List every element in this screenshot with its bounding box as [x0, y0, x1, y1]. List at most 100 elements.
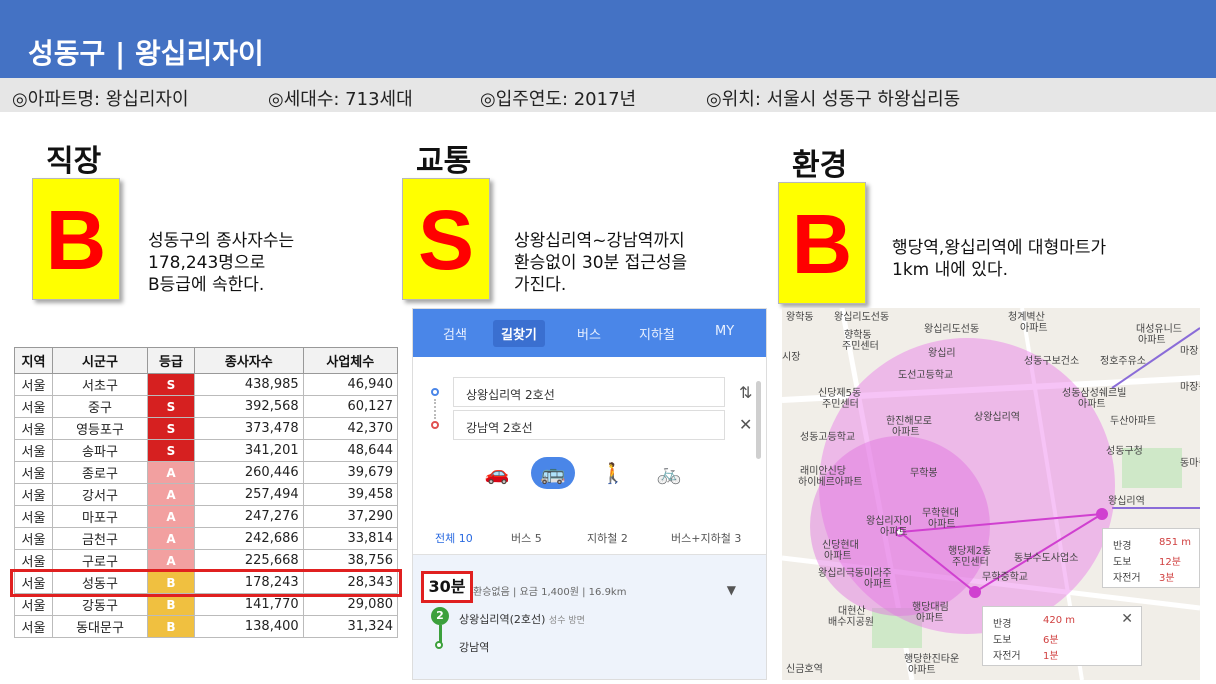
map-place-label[interactable]: 배수지공원 — [828, 617, 874, 628]
cell-region: 서울 — [14, 615, 53, 638]
map-place-label[interactable]: 아파트 — [824, 551, 852, 562]
map-place-label[interactable]: 아파트 — [1020, 323, 1048, 334]
cell-grade: A — [147, 461, 195, 484]
table-row: 서울 마포구 A 247,276 37,290 — [14, 505, 399, 528]
route-result[interactable]: 30분 환승없음 | 요금 1,400원 | 16.9km ▼ 2 상왕십리역(… — [413, 555, 766, 679]
cell-district: 동대문구 — [52, 615, 148, 638]
swap-icon[interactable]: ⇅ — [739, 383, 752, 402]
col-workers: 종사자수 — [194, 347, 304, 374]
car-mode-icon[interactable]: 🚗 — [475, 457, 519, 489]
cell-workers: 242,686 — [194, 527, 304, 550]
filter-bus[interactable]: 버스 5 — [511, 530, 542, 546]
map-place-label[interactable]: 성동구청 — [1106, 446, 1143, 457]
map-place-label[interactable]: 왕십리극동미라주 — [818, 568, 892, 579]
destination-input[interactable]: 강남역 2호선 — [453, 410, 725, 440]
map-place-label[interactable]: 아파트 — [1138, 335, 1166, 346]
cell-firms: 31,324 — [302, 615, 399, 638]
map-place-label[interactable]: 아파트 — [928, 519, 956, 530]
transit-mode-icon[interactable]: 🚌 — [531, 457, 575, 489]
map-place-label[interactable]: 마장동 — [1180, 382, 1200, 393]
tab-search[interactable]: 검색 — [443, 324, 467, 343]
tab-my[interactable]: MY — [715, 324, 734, 339]
map-place-label[interactable]: 행당한진타운 — [904, 654, 959, 665]
map-place-label[interactable]: 행당대림 — [912, 602, 949, 613]
cell-region: 서울 — [14, 527, 53, 550]
map-place-label[interactable]: 주민센터 — [822, 399, 859, 410]
map-place-label[interactable]: 성동구보건소 — [1024, 356, 1079, 367]
map-place-label[interactable]: 아파트 — [916, 613, 944, 624]
map-place-label[interactable]: 신당현대 — [822, 540, 859, 551]
destination-dot-icon — [431, 421, 439, 429]
map-place-label[interactable]: 무학봉 — [910, 468, 938, 479]
map-place-label[interactable]: 행당제2동 — [948, 546, 991, 557]
cell-firms: 46,940 — [302, 373, 399, 396]
map-place-label[interactable]: 신금호역 — [786, 664, 823, 675]
cell-workers: 247,276 — [194, 505, 304, 528]
scrollbar[interactable] — [756, 381, 761, 459]
map-place-label[interactable]: 신당제5동 — [818, 388, 861, 399]
map-place-label[interactable]: 두산아파트 — [1110, 416, 1156, 427]
tab-subway[interactable]: 지하철 — [639, 324, 675, 343]
map-place-label[interactable]: 아파트 — [880, 527, 908, 538]
map-place-label[interactable]: 대현산 — [838, 606, 866, 617]
map-place-label[interactable]: 아파트 — [908, 665, 936, 676]
filter-all[interactable]: 전체 10 — [435, 530, 473, 546]
map-place-label[interactable]: 왕십리역 — [1108, 496, 1145, 507]
cell-firms: 39,679 — [302, 461, 399, 484]
desc-environment-line: 1km 내에 있다. — [892, 260, 1008, 280]
bike-mode-icon[interactable]: 🚲 — [647, 457, 691, 489]
map-place-label[interactable]: 동부수도사업소 — [1014, 553, 1078, 564]
map-place-label[interactable]: 아파트 — [892, 427, 920, 438]
info-bar: ◎아파트명: 왕십리자이 ◎세대수: 713세대 ◎입주연도: 2017년 ◎위… — [0, 78, 1216, 112]
col-district: 시군구 — [52, 347, 148, 374]
map-place-label[interactable]: 정호주유소 — [1100, 356, 1146, 367]
cell-workers: 392,568 — [194, 395, 304, 418]
desc-job-line: 178,243명으로 — [148, 253, 266, 273]
area-map[interactable]: 왕학동 왕십리도선동 청계벽산 아파트 향학동 주민센터 왕십리도선동 왕십리 시장 성동구보건소… — [782, 308, 1200, 680]
walk-mode-icon[interactable]: 🚶 — [591, 457, 635, 489]
end-station: 강남역 — [459, 641, 490, 654]
map-place-label[interactable]: 향학동 — [844, 330, 872, 341]
map-place-label[interactable]: 하이베르아파트 — [798, 477, 862, 488]
map-place-label[interactable]: 한진해모로 — [886, 416, 932, 427]
table-row: 서울 종로구 A 260,446 39,679 — [14, 461, 399, 484]
map-place-label[interactable]: 주민센터 — [842, 341, 879, 352]
tab-directions[interactable]: 길찾기 — [493, 320, 545, 347]
map-place-label[interactable]: 도선고등학교 — [898, 370, 953, 381]
map-place-label[interactable]: 왕십리도선동 — [924, 324, 979, 335]
close-icon[interactable]: ✕ — [739, 415, 752, 434]
map-place-label[interactable]: 무학현대 — [922, 508, 959, 519]
cell-district: 서초구 — [52, 373, 148, 396]
cell-region: 서울 — [14, 461, 53, 484]
cell-district: 마포구 — [52, 505, 148, 528]
map-place-label[interactable]: 시장 — [782, 352, 800, 363]
route-connector — [434, 399, 436, 419]
map-place-label[interactable]: 무학중학교 — [982, 572, 1028, 583]
filter-bus-subway[interactable]: 버스+지하철 3 — [671, 530, 741, 546]
map-place-label[interactable]: 왕십리 — [928, 348, 956, 359]
filter-subway[interactable]: 지하철 2 — [587, 530, 628, 546]
map-place-label[interactable]: 왕십리자이 — [866, 516, 912, 527]
map-place-label[interactable]: 청계벽산 — [1008, 312, 1045, 323]
map-place-label[interactable]: 왕십리도선동 — [834, 312, 889, 323]
origin-input[interactable]: 상왕십리역 2호선 — [453, 377, 725, 407]
table-row: 서울 서초구 S 438,985 46,940 — [14, 373, 399, 396]
map-place-label[interactable]: 성동삼성쉐르빌 — [1062, 388, 1126, 399]
tab-bus[interactable]: 버스 — [577, 324, 601, 343]
section-title-transit: 교통 — [416, 144, 472, 179]
card-label: 반경 — [1113, 541, 1132, 552]
map-place-label[interactable]: 상왕십리역 — [974, 412, 1020, 423]
map-place-label[interactable]: 동마중학 — [1180, 458, 1200, 469]
map-place-label[interactable]: 주민센터 — [952, 557, 989, 568]
cell-workers: 138,400 — [194, 615, 304, 638]
header-bar: 성동구 | 왕십리자이 — [0, 0, 1216, 78]
map-place-label[interactable]: 왕학동 — [786, 312, 814, 323]
map-place-label[interactable]: 래미안신당 — [800, 466, 846, 477]
chevron-down-icon[interactable]: ▼ — [727, 583, 736, 597]
map-place-label[interactable]: 아파트 — [864, 579, 892, 590]
map-place-label[interactable]: 대성유니드 — [1136, 324, 1182, 335]
map-place-label[interactable]: 아파트 — [1078, 399, 1106, 410]
map-place-label[interactable]: 성동고등학교 — [800, 432, 855, 443]
map-place-label[interactable]: 마장 — [1180, 346, 1198, 357]
close-card-icon[interactable]: ✕ — [1121, 611, 1133, 627]
